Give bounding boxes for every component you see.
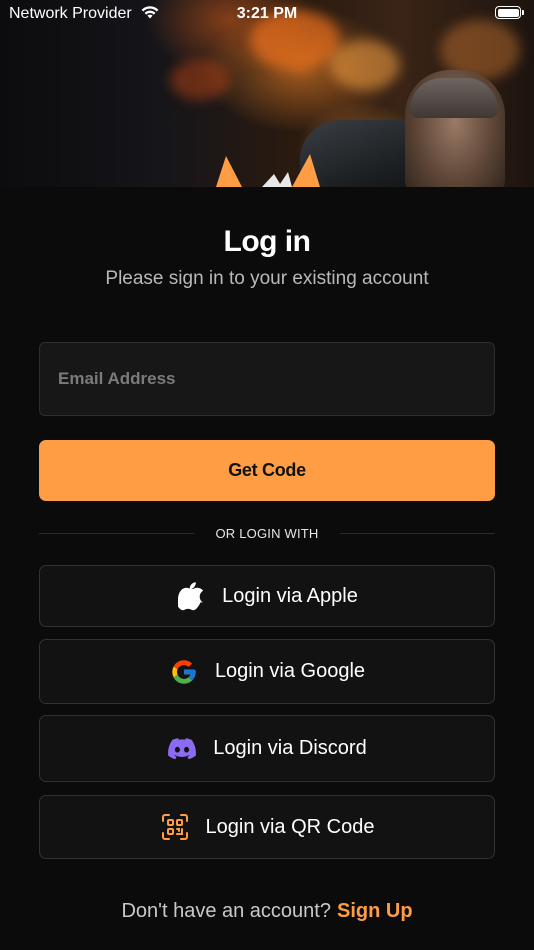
login-google-button[interactable]: Login via Google [39, 639, 495, 704]
battery-icon [495, 6, 521, 19]
apple-icon [176, 581, 206, 611]
get-code-button[interactable]: Get Code [39, 440, 495, 501]
login-qr-code-label: Login via QR Code [205, 815, 375, 838]
signup-prompt: Don't have an account? Sign Up [0, 900, 534, 923]
page-title: Log in [223, 225, 311, 258]
fox-logo-icon [212, 150, 322, 187]
google-icon [169, 657, 199, 687]
hero-banner-image [0, 0, 534, 187]
login-apple-label: Login via Apple [222, 584, 358, 607]
status-bar: Network Provider 3:21 PM [0, 0, 534, 28]
divider-label: OR LOGIN WITH [215, 526, 319, 541]
battery-tip [522, 10, 524, 15]
login-discord-label: Login via Discord [213, 737, 367, 759]
login-google-label: Login via Google [214, 660, 366, 682]
login-discord-button[interactable]: Login via Discord [39, 715, 495, 782]
hero-character-hair [410, 78, 498, 118]
email-input[interactable] [39, 342, 495, 416]
login-qr-code-button[interactable]: Login via QR Code [39, 795, 495, 859]
signup-prompt-text: Don't have an account? [121, 900, 331, 922]
signup-link[interactable]: Sign Up [337, 900, 413, 922]
discord-icon [167, 734, 197, 764]
qr-code-icon [160, 812, 190, 842]
page-subtitle: Please sign in to your existing account [105, 268, 429, 289]
status-time: 3:21 PM [236, 5, 298, 22]
login-apple-button[interactable]: Login via Apple [39, 565, 495, 627]
